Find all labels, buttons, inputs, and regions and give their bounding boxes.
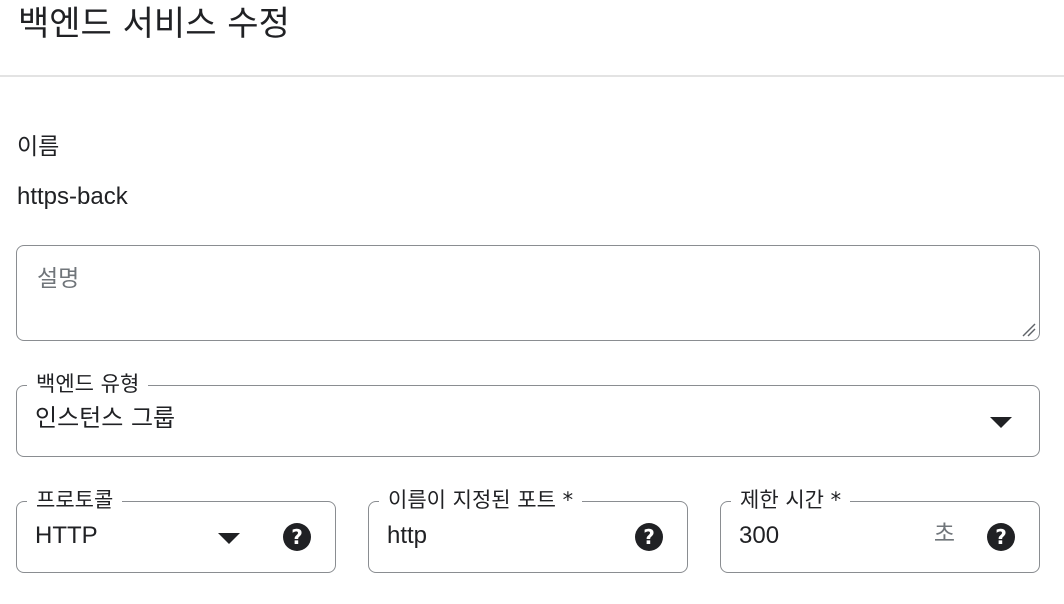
named-port-label: 이름이 지정된 포트 * [379, 485, 583, 515]
timeout-label: 제한 시간 * [731, 485, 851, 515]
protocol-select[interactable]: 프로토콜 HTTP ? [16, 485, 336, 573]
header-divider [0, 75, 1064, 77]
named-port-value[interactable]: http [387, 519, 427, 553]
name-label: 이름 [17, 134, 60, 160]
help-icon[interactable]: ? [635, 523, 663, 551]
protocol-label: 프로토콜 [27, 485, 123, 515]
named-port-input[interactable]: 이름이 지정된 포트 * http ? [368, 485, 688, 573]
backend-type-select[interactable]: 백엔드 유형 인스턴스 그룹 [16, 369, 1040, 457]
help-icon[interactable]: ? [987, 523, 1015, 551]
timeout-value[interactable]: 300 [739, 519, 779, 553]
timeout-input[interactable]: 제한 시간 * 300 초 ? [720, 485, 1040, 573]
timeout-unit: 초 [933, 521, 955, 547]
backend-type-value: 인스턴스 그룹 [35, 404, 176, 432]
resize-handle-icon[interactable] [1020, 321, 1036, 337]
page-title: 백엔드 서비스 수정 [18, 4, 290, 44]
name-value: https-back [17, 183, 128, 210]
protocol-value: HTTP [35, 522, 98, 549]
description-textarea[interactable]: 설명 [16, 245, 1040, 341]
backend-type-label: 백엔드 유형 [27, 369, 149, 399]
dropdown-arrow-icon [218, 533, 240, 544]
dropdown-arrow-icon [990, 417, 1012, 428]
help-icon[interactable]: ? [283, 523, 311, 551]
description-placeholder: 설명 [37, 266, 80, 292]
